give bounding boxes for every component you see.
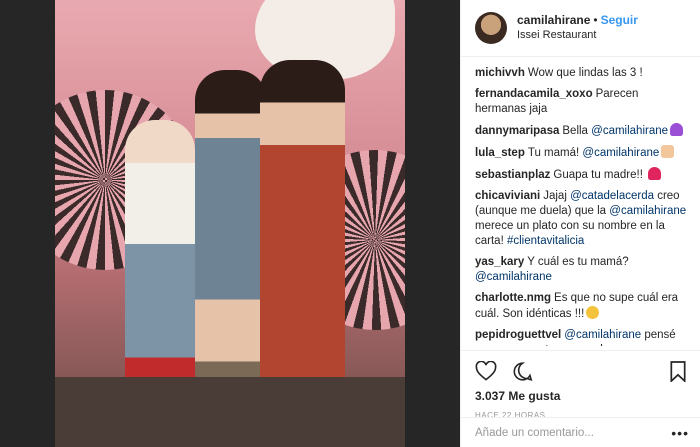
post-photo-area (0, 0, 460, 447)
comment-username[interactable]: michivvh (475, 67, 525, 79)
comment-item: charlotte.nmg Es que no supe cuál era cuá… (475, 291, 689, 322)
comment-icon[interactable] (511, 360, 533, 382)
action-icons-row (475, 359, 689, 383)
comment-item: sebastianplaz Guapa tu madre!! (475, 167, 689, 183)
follow-button[interactable]: Seguir (601, 13, 638, 27)
comment-username[interactable]: pepidroguettvel (475, 329, 561, 341)
separator-dot: • (593, 13, 598, 27)
comment-item: dannymaripasa Bella @camilahirane (475, 123, 689, 139)
mention-link[interactable]: @camilahirane (609, 205, 686, 217)
comment-text: Tu mamá! (527, 147, 583, 159)
mention-link[interactable]: @catadelacerda (570, 190, 654, 202)
header-line: camilahirane • Seguir (517, 13, 638, 28)
photo-floor (55, 377, 405, 447)
person-left (125, 120, 195, 390)
comment-item: pepidroguettvel@camilahirane pensé en un… (475, 328, 689, 346)
comment-username[interactable]: fernandacamila_xoxo (475, 88, 593, 100)
comment-username[interactable]: sebastianplaz (475, 169, 550, 181)
comment-item: fernandacamila_xoxo Parecen hermanas jaja (475, 87, 689, 117)
comment-username[interactable]: chicaviviani (475, 190, 540, 202)
comment-text: Wow que lindas las 3 ! (527, 67, 643, 79)
post-photo[interactable] (55, 0, 405, 447)
mention-link[interactable]: @camilahirane (564, 329, 641, 341)
heart-icon[interactable] (475, 360, 497, 382)
comment-username[interactable]: lula_step (475, 147, 525, 159)
mention-link[interactable]: @camilahirane (475, 271, 552, 283)
comment-text: Guapa tu madre!! (553, 169, 647, 181)
comments-list[interactable]: michivvh Wow que lindas las 3 ! fernandaca… (461, 58, 700, 346)
post-actions: 3.037 Me gusta HACE 22 HORAS ••• (461, 350, 700, 447)
mention-link[interactable]: @camilahirane (582, 147, 659, 159)
comment-username[interactable]: charlotte.nmg (475, 292, 551, 304)
person-middle (195, 70, 267, 380)
comment-item: chicaviviani Jajaj @catadelacerda creo (a… (475, 189, 689, 249)
username-link[interactable]: camilahirane (517, 13, 590, 27)
post-side-panel: camilahirane • Seguir Issei Restaurant mic… (460, 0, 700, 447)
comment-input[interactable] (475, 426, 672, 439)
raised-hands-icon (661, 145, 675, 158)
grinning-face-icon (586, 306, 600, 319)
avatar[interactable] (475, 12, 507, 44)
red-heart-icon (648, 167, 662, 180)
mention-link[interactable]: @camilahirane (591, 125, 668, 137)
mention-link[interactable]: #clientavitalicia (507, 235, 584, 247)
post-header: camilahirane • Seguir Issei Restaurant (461, 0, 700, 57)
likes-count[interactable]: 3.037 Me gusta (475, 389, 689, 403)
comment-text: Y cuál es tu mamá? (527, 256, 629, 268)
header-text: camilahirane • Seguir Issei Restaurant (517, 13, 638, 43)
location-link[interactable]: Issei Restaurant (517, 28, 638, 43)
person-right (260, 60, 345, 415)
comment-username[interactable]: yas_kary (475, 256, 524, 268)
comment-text: Bella (562, 125, 592, 137)
bookmark-icon[interactable] (667, 360, 689, 382)
comment-item: lula_step Tu mamá! @camilahirane (475, 145, 689, 161)
add-comment-row: ••• (461, 417, 700, 447)
comment-text: Jajaj (543, 190, 571, 202)
more-options-icon[interactable]: ••• (671, 425, 689, 441)
purple-heart-icon (670, 123, 684, 136)
comment-item: yas_kary Y cuál es tu mamá? @camilahirane (475, 255, 689, 285)
comment-username[interactable]: dannymaripasa (475, 125, 559, 137)
comment-item: michivvh Wow que lindas las 3 ! (475, 66, 689, 81)
